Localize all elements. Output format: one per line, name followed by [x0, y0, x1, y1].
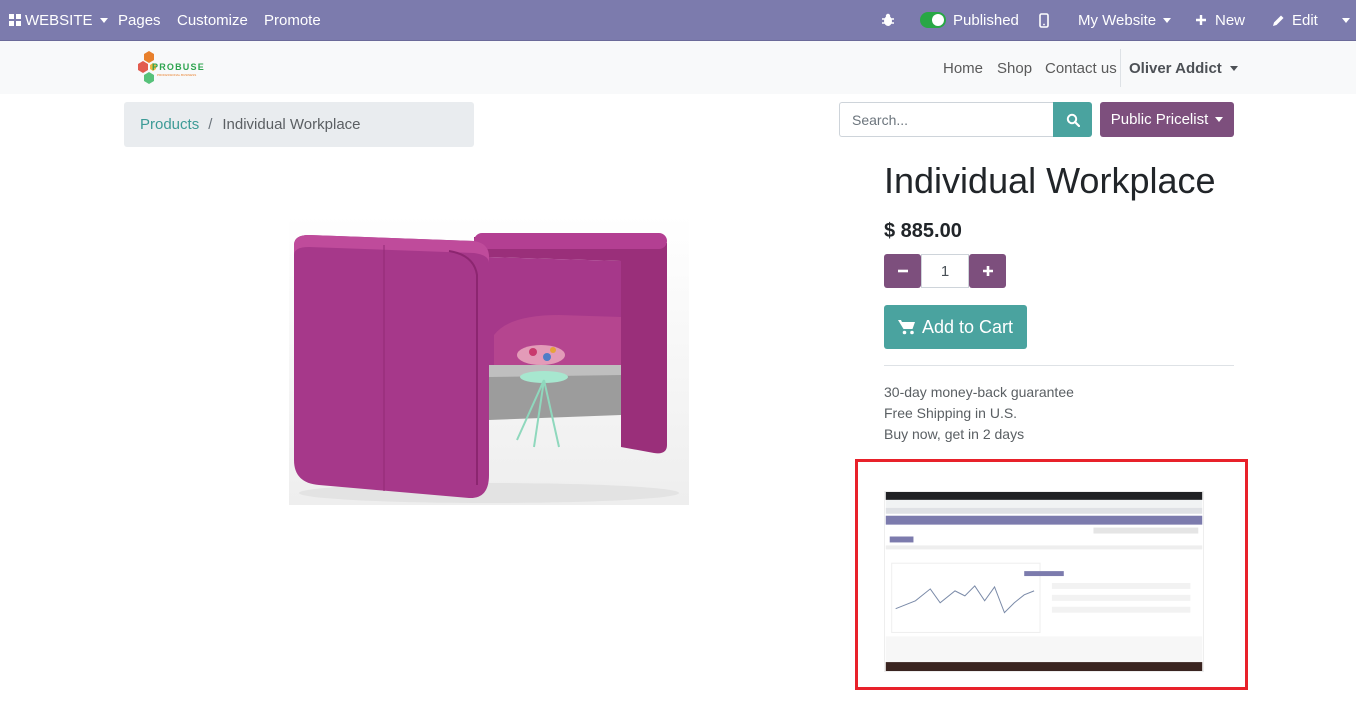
term-guarantee: 30-day money-back guarantee	[884, 384, 1074, 400]
pages-menu[interactable]: Pages	[118, 0, 161, 40]
caret-down-icon	[99, 17, 108, 23]
user-name: Oliver Addict	[1129, 59, 1222, 77]
cart-icon	[897, 320, 915, 335]
product-title: Individual Workplace	[884, 160, 1216, 201]
site-header: PROBUSE PROFESSIONAL BUSINESS Home Shop …	[0, 40, 1356, 94]
toggle-switch-icon	[920, 12, 946, 28]
pencil-icon	[1273, 15, 1284, 26]
breadcrumb-products-link[interactable]: Products	[140, 116, 199, 133]
quantity-decrease-button[interactable]	[884, 254, 921, 288]
edit-button[interactable]: Edit	[1272, 0, 1318, 40]
logo-text: PROBUSE	[152, 62, 205, 72]
breadcrumb: Products / Individual Workplace	[124, 102, 474, 147]
add-to-cart-button[interactable]: Add to Cart	[884, 305, 1027, 349]
search-button[interactable]	[1053, 102, 1092, 137]
term-delivery: Buy now, get in 2 days	[884, 426, 1025, 442]
published-toggle[interactable]: Published	[920, 0, 1019, 40]
divider	[884, 365, 1234, 366]
search-icon	[1066, 113, 1080, 127]
new-button[interactable]: New	[1195, 0, 1245, 40]
pricelist-dropdown[interactable]: Public Pricelist	[1100, 102, 1234, 137]
product-terms: 30-day money-back guarantee Free Shippin…	[884, 382, 1074, 445]
breadcrumb-current: Individual Workplace	[222, 116, 361, 133]
term-shipping: Free Shipping in U.S.	[884, 405, 1018, 421]
customize-menu[interactable]: Customize	[177, 0, 248, 40]
add-to-cart-label: Add to Cart	[921, 316, 1014, 337]
breadcrumb-separator: /	[208, 116, 213, 133]
edit-dropdown-toggle[interactable]	[1335, 0, 1350, 40]
quantity-input[interactable]	[921, 254, 969, 288]
plus-icon	[982, 266, 993, 276]
product-image[interactable]	[289, 215, 689, 505]
caret-down-icon	[1215, 117, 1224, 122]
embedded-screenshot-image	[884, 491, 1204, 672]
caret-down-icon	[1342, 17, 1350, 23]
promote-menu[interactable]: Promote	[264, 0, 321, 40]
mobile-preview-icon[interactable]	[1039, 0, 1049, 40]
new-label: New	[1215, 11, 1246, 29]
apps-grid-icon	[9, 14, 21, 26]
product-price: $ 885.00	[884, 220, 962, 242]
apps-menu[interactable]: WEBSITE	[9, 0, 108, 40]
plus-icon	[1196, 15, 1206, 25]
nav-home[interactable]: Home	[943, 41, 983, 95]
search-input[interactable]	[839, 102, 1054, 137]
debug-bug-icon[interactable]	[881, 0, 895, 40]
apps-menu-label: WEBSITE	[25, 11, 93, 29]
pricelist-label: Public Pricelist	[1110, 111, 1209, 128]
published-label: Published	[953, 11, 1019, 29]
caret-down-icon	[1229, 65, 1238, 71]
minus-icon	[897, 269, 908, 273]
nav-divider	[1120, 49, 1121, 87]
nav-shop[interactable]: Shop	[997, 41, 1032, 95]
edit-label: Edit	[1292, 11, 1318, 29]
quantity-increase-button[interactable]	[969, 254, 1006, 288]
nav-contact-us[interactable]: Contact us	[1045, 41, 1117, 95]
caret-down-icon	[1163, 17, 1172, 23]
user-menu[interactable]: Oliver Addict	[1129, 41, 1238, 95]
my-website-label: My Website	[1078, 11, 1157, 29]
my-website-menu[interactable]: My Website	[1078, 0, 1172, 40]
logo-subtext: PROFESSIONAL BUSINESS	[157, 73, 197, 77]
admin-bar: WEBSITE Pages Customize Promote Publishe…	[0, 0, 1356, 40]
